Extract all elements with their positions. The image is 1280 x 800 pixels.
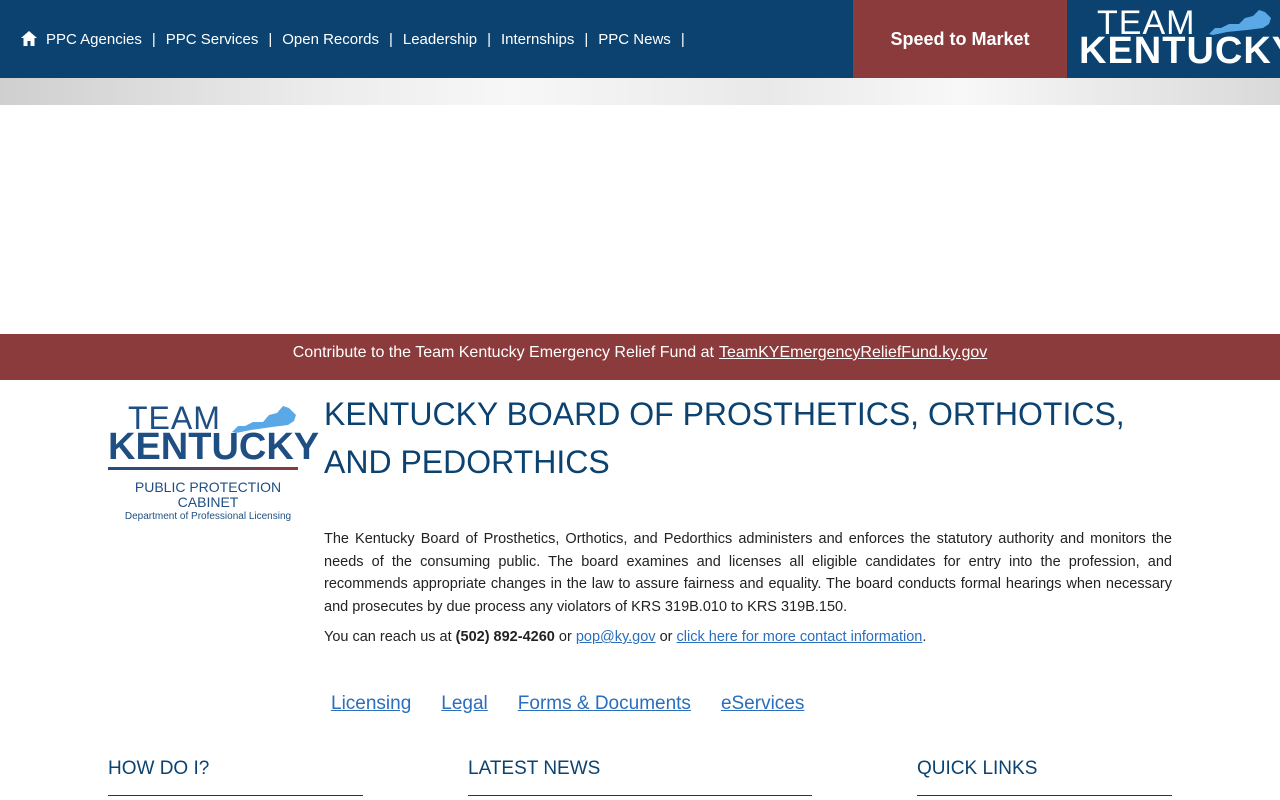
nav-open-records[interactable]: Open Records — [282, 31, 379, 48]
contact-phone: (502) 892-4260 — [455, 629, 555, 645]
nav-separator: | — [584, 30, 589, 48]
quick-links-section: QUICK LINKS — [917, 758, 1172, 796]
legal-link[interactable]: Legal — [441, 693, 488, 715]
contact-info-link[interactable]: click here for more contact information — [677, 629, 923, 645]
nav-separator: | — [268, 30, 273, 48]
latest-news-heading: LATEST NEWS — [468, 758, 601, 779]
cabinet-logo-cabinet: CABINET — [177, 494, 239, 510]
nav-separator: | — [680, 30, 685, 48]
board-sections-links: Licensing Legal Forms & Documents eServi… — [331, 693, 804, 715]
hero-banner-image — [0, 78, 1280, 105]
relief-fund-link[interactable]: TeamKYEmergencyReliefFund.ky.gov — [719, 344, 987, 362]
team-kentucky-logo[interactable]: TEAM KENTUCKY — [1067, 0, 1280, 78]
nav-separator: | — [388, 30, 393, 48]
nav-separator: | — [487, 30, 491, 48]
public-protection-cabinet-logo: TEAM KENTUCKY PUBLIC PROTECTION CABINET … — [108, 400, 319, 525]
contact-line: You can reach us at (502) 892-4260 or po… — [324, 629, 926, 645]
page-title: KENTUCKY BOARD OF PROSTHETICS, ORTHOTICS… — [324, 396, 1125, 480]
how-do-i-section: HOW DO I? — [108, 758, 363, 796]
forms-documents-link[interactable]: Forms & Documents — [518, 693, 691, 715]
nav-leadership[interactable]: Leadership — [403, 31, 477, 48]
cabinet-logo-public-protection: PUBLIC PROTECTION — [134, 479, 282, 495]
contact-suffix: . — [922, 629, 927, 645]
nav-internships[interactable]: Internships — [501, 31, 574, 48]
nav-ppc-news[interactable]: PPC News — [598, 31, 671, 48]
eservices-link[interactable]: eServices — [721, 693, 804, 715]
contact-or: or — [558, 629, 572, 645]
contact-prefix: You can reach us at — [324, 629, 452, 645]
contact-email-link[interactable]: pop@ky.gov — [576, 629, 656, 645]
section-divider — [917, 795, 1172, 796]
nav-separator: | — [151, 30, 156, 48]
top-navigation-bar: PPC Agencies | PPC Services | Open Recor… — [0, 0, 1280, 78]
logo-kentucky-text: KENTUCKY — [1079, 30, 1280, 72]
main-nav: PPC Agencies | PPC Services | Open Recor… — [20, 0, 695, 78]
relief-fund-banner: Contribute to the Team Kentucky Emergenc… — [0, 334, 1280, 380]
licensing-link[interactable]: Licensing — [331, 693, 411, 715]
how-do-i-heading: HOW DO I? — [108, 758, 210, 779]
section-divider — [468, 795, 812, 796]
board-description: The Kentucky Board of Prosthetics, Ortho… — [324, 531, 1172, 615]
home-icon[interactable] — [20, 30, 38, 48]
nav-ppc-agencies[interactable]: PPC Agencies — [46, 31, 142, 48]
section-divider — [108, 795, 363, 796]
relief-text: Contribute to the Team Kentucky Emergenc… — [292, 344, 714, 361]
cabinet-logo-kentucky: KENTUCKY — [108, 426, 320, 468]
nav-ppc-services[interactable]: PPC Services — [166, 31, 259, 48]
latest-news-section: LATEST NEWS — [468, 758, 812, 796]
quick-links-heading: QUICK LINKS — [917, 758, 1038, 779]
cabinet-logo-divider — [108, 467, 298, 470]
speed-to-market-button[interactable]: Speed to Market — [853, 0, 1067, 78]
cabinet-logo-department: Department of Professional Licensing — [124, 511, 292, 522]
contact-or: or — [659, 629, 673, 645]
